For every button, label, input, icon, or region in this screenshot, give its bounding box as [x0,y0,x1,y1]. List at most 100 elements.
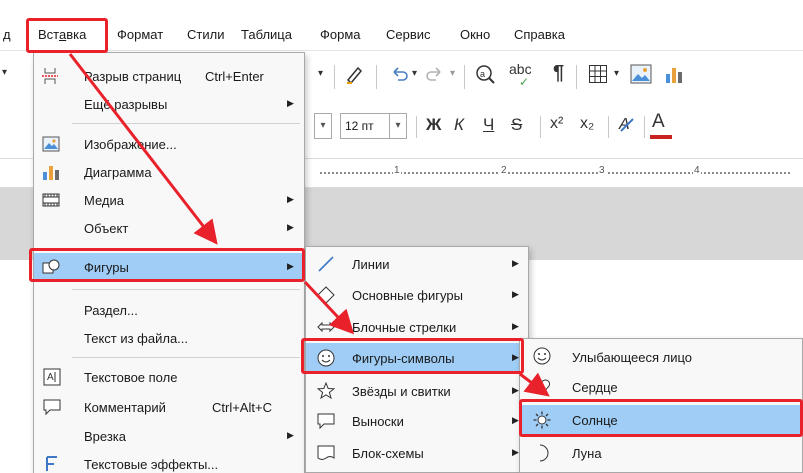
menu-item-moon[interactable]: Луна [520,439,802,467]
strikethrough-button[interactable]: S [511,115,522,135]
menu-edit-partial[interactable]: д [3,27,11,42]
menu-item-page-break[interactable]: Разрыв страниц Ctrl+Enter [34,62,304,90]
table-icon[interactable] [588,64,608,89]
menu-item-label: Фигуры [84,260,129,275]
chart-icon [42,163,60,181]
menu-item-label: Раздел... [84,303,138,318]
ruler-tick: 4 [693,165,701,176]
toolbar-separator [334,65,335,89]
image-icon [42,135,60,153]
menu-item-label: Текстовое поле [84,370,178,385]
menu-item-label: Линии [352,257,390,272]
spellcheck-icon[interactable]: abc ✓ [509,61,532,89]
clear-formatting-icon[interactable]: A [616,113,638,140]
insert-chart-icon[interactable] [664,64,684,89]
submenu-arrow-icon: ▶ [512,321,519,331]
dropdown-arrow-icon[interactable]: ▾ [318,68,323,79]
formatting-marks-icon[interactable]: ¶ [553,62,564,85]
menu-item-media[interactable]: Медиа ▶ [34,186,304,214]
font-size-field[interactable]: 12 пт [340,113,390,139]
toolbar-separator [576,65,577,89]
menu-item-fontwork[interactable]: Текстовые эффекты... [34,450,304,473]
menu-form[interactable]: Форма [320,27,361,42]
menu-item-shapes[interactable]: Фигуры ▶ [34,253,304,281]
subscript-button[interactable]: x₂ [580,115,594,133]
dropdown-arrow-icon[interactable]: ▾ [412,68,417,79]
ruler-tick: 1 [393,165,401,176]
smiley-icon [317,349,335,367]
menu-item-smiley[interactable]: Улыбающееся лицо [520,342,802,370]
menu-item-more-breaks[interactable]: Ещё разрывы ▶ [34,90,304,118]
dropdown-arrow-icon[interactable]: ▾ [2,67,7,78]
submenu-arrow-icon: ▶ [512,352,519,362]
text-box-icon: A [43,368,61,386]
ruler-tick: 3 [598,165,606,176]
menu-item-chart[interactable]: Диаграмма [34,158,304,186]
menu-item-flowchart[interactable]: Блок-схемы ▶ [306,439,528,467]
font-color-button[interactable]: A [650,111,672,139]
menu-item-image[interactable]: Изображение... [34,130,304,158]
menu-format[interactable]: Формат [117,27,163,42]
menu-item-label: Солнце [572,413,618,428]
font-size-dropdown[interactable]: ▾ [389,113,407,139]
menu-item-callouts[interactable]: Выноски ▶ [306,407,528,435]
menu-item-label: Основные фигуры [352,288,463,303]
submenu-arrow-icon: ▶ [512,258,519,268]
submenu-arrow-icon: ▶ [512,415,519,425]
find-replace-icon[interactable]: a [474,63,496,90]
menu-help[interactable]: Справка [514,27,565,42]
submenu-arrow-icon: ▶ [512,385,519,395]
menu-styles[interactable]: Стили [187,27,224,42]
ruler-tick: 2 [500,165,508,176]
insert-menu: Разрыв страниц Ctrl+Enter Ещё разрывы ▶ … [33,52,305,473]
star-icon [316,381,336,400]
menu-table[interactable]: Таблица [241,27,292,42]
menu-item-label: Звёзды и свитки [352,384,451,399]
dropdown-arrow-icon[interactable]: ▾ [450,68,455,79]
toolbar-separator [416,116,417,138]
menu-item-sun[interactable]: Солнце [520,405,802,435]
undo-icon[interactable] [388,63,410,90]
menu-item-label: Выноски [352,414,404,429]
heart-icon [533,378,551,396]
page-break-icon [41,67,59,85]
menu-item-label: Луна [572,446,602,461]
underline-button[interactable]: Ч [483,115,494,135]
menu-item-frame[interactable]: Врезка ▶ [34,422,304,450]
menu-item-symbol-shapes[interactable]: Фигуры-символы ▶ [306,343,528,373]
sun-icon [533,411,551,429]
menu-item-text-from-file[interactable]: Текст из файла... [34,324,304,352]
menu-tools[interactable]: Сервис [386,27,431,42]
menu-item-object[interactable]: Объект ▶ [34,214,304,242]
menu-item-shortcut: Ctrl+Enter [205,69,264,84]
menu-item-lines[interactable]: Линии ▶ [306,250,528,278]
insert-image-icon[interactable] [630,64,652,89]
menu-item-heart[interactable]: Сердце [520,373,802,401]
submenu-arrow-icon: ▶ [512,289,519,299]
font-name-dropdown[interactable]: ▾ [314,113,332,139]
menu-item-basic-shapes[interactable]: Основные фигуры ▶ [306,281,528,309]
menu-window[interactable]: Окно [460,27,490,42]
menu-insert[interactable]: Вставка [38,27,86,42]
moon-icon [533,444,551,462]
superscript-button[interactable]: x² [550,115,563,133]
bold-button[interactable]: Ж [426,115,441,135]
menu-item-label: Текстовые эффекты... [84,457,219,472]
redo-icon[interactable] [424,63,446,90]
menu-item-comment[interactable]: Комментарий Ctrl+Alt+C [34,393,304,421]
menu-item-text-box[interactable]: A Текстовое поле [34,363,304,391]
menu-item-section[interactable]: Раздел... [34,296,304,324]
smiley-icon [533,347,551,365]
italic-button[interactable]: К [454,115,464,135]
menu-item-label: Врезка [84,429,127,444]
toolbar-separator [608,116,609,138]
double-arrow-icon [317,318,335,336]
menu-item-label: Объект [84,221,129,236]
clone-formatting-icon[interactable] [344,63,366,90]
menu-item-block-arrows[interactable]: Блочные стрелки ▶ [306,313,528,341]
menu-item-label: Текст из файла... [84,331,189,346]
shapes-icon [42,258,60,276]
submenu-arrow-icon: ▶ [287,194,294,204]
dropdown-arrow-icon[interactable]: ▾ [614,68,619,79]
menu-item-stars[interactable]: Звёзды и свитки ▶ [306,377,528,405]
